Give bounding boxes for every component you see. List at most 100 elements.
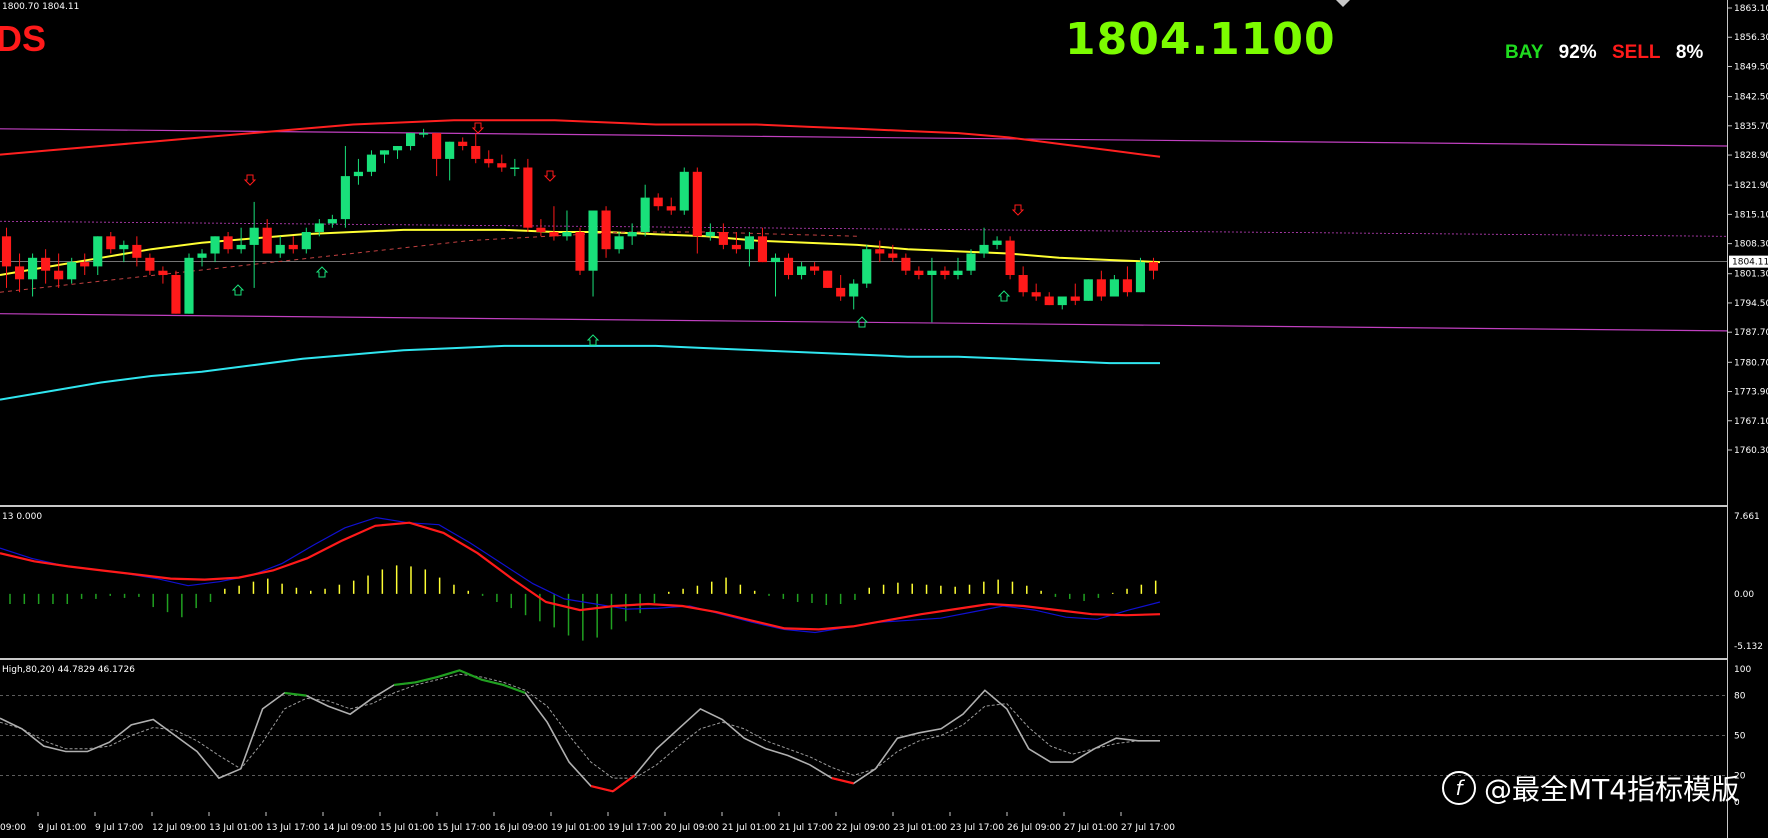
channel-top-line [0, 128, 1728, 147]
candle-body [823, 270, 833, 288]
candle-body [588, 210, 598, 271]
time-tick-label: 09:00 [0, 823, 26, 833]
sell-label: SELL [1611, 42, 1661, 63]
candle-body [314, 223, 324, 233]
candle-body [249, 227, 259, 245]
candle-body [1005, 240, 1015, 276]
candle [340, 146, 350, 228]
candle-body [849, 283, 859, 297]
macd-axis-label: 7.661 [1734, 512, 1760, 522]
candle-body [888, 253, 898, 258]
candle [419, 128, 429, 138]
macd-pane[interactable] [0, 508, 1727, 660]
candle-body [1044, 296, 1054, 306]
candle [614, 232, 624, 254]
stochastic-zone-segment [459, 669, 482, 681]
candle-body [901, 257, 911, 271]
candle-body [797, 266, 807, 276]
candle-body [1070, 296, 1080, 301]
buy-percent: 92% [1558, 42, 1597, 63]
trend-dashed-line [0, 231, 861, 293]
time-tick-label: 26 Jul 09:00 [1007, 823, 1061, 833]
candle-body [458, 141, 468, 147]
watermark-logo-icon: f [1442, 771, 1476, 805]
macd-chart[interactable] [0, 508, 1727, 658]
candle-body [158, 270, 168, 276]
candle-body [1, 236, 12, 267]
stochastic-zone-segment [284, 691, 307, 697]
price-tick-label: 1767.10 [1734, 417, 1768, 427]
candle [862, 244, 872, 288]
buy-arrow-icon [231, 284, 245, 296]
candle [1018, 266, 1028, 297]
candle [1096, 270, 1106, 301]
candle [484, 150, 494, 168]
candle-body [627, 232, 637, 237]
time-tick-label: 9 Jul 01:00 [38, 823, 87, 833]
time-tick-label: 13 Jul 01:00 [209, 823, 263, 833]
time-tick-label: 15 Jul 17:00 [437, 823, 491, 833]
candle-body [536, 227, 546, 233]
candle-body [327, 219, 337, 224]
price-tick-label: 1835.70 [1734, 122, 1768, 132]
candle [731, 232, 741, 254]
candle-body [953, 270, 963, 276]
price-tick-label: 1794.50 [1734, 299, 1768, 309]
stochastic-zone-segment [831, 776, 854, 785]
stochastic-zone-segment [481, 678, 504, 687]
candle [1005, 236, 1015, 280]
macd-main-line [0, 516, 1161, 634]
candle [445, 141, 455, 181]
candle-body [80, 262, 90, 267]
candle-body [1018, 275, 1028, 293]
candle [823, 270, 833, 288]
sell-percent: 8% [1675, 42, 1704, 63]
watermark-text: @最全MT4指标模版 [1484, 773, 1740, 806]
candle-body [1135, 262, 1146, 293]
candle [1031, 283, 1041, 301]
price-chart[interactable] [0, 0, 1728, 505]
candle [601, 206, 611, 258]
candle [914, 266, 924, 280]
candle [757, 227, 768, 263]
ohlc-readout: 1800.70 1804.11 [2, 2, 80, 12]
candle [1070, 283, 1080, 306]
candle-body [666, 206, 676, 211]
time-tick-label: 27 Jul 01:00 [1064, 823, 1118, 833]
stochastic-axis-label: 100 [1734, 665, 1751, 675]
candle-body [992, 240, 1002, 245]
candle-body [744, 236, 754, 250]
candle-body [914, 270, 924, 276]
candle [940, 266, 950, 280]
candle [640, 184, 650, 237]
time-tick-label: 23 Jul 01:00 [893, 823, 947, 833]
candle-body [353, 171, 363, 177]
candle [119, 240, 129, 263]
candle-body [510, 167, 520, 170]
price-tick-label: 1780.70 [1734, 358, 1768, 368]
candle-body [392, 146, 403, 151]
candle [1083, 279, 1093, 301]
price-tick-label: 1828.90 [1734, 151, 1768, 161]
candle [979, 227, 989, 258]
candle [14, 253, 25, 293]
candle-body [419, 133, 429, 135]
candle [262, 219, 272, 254]
candle [327, 214, 337, 228]
candle [588, 210, 598, 297]
price-tick-label: 1760.30 [1734, 446, 1768, 456]
time-tick-label: 9 Jul 17:00 [95, 823, 144, 833]
price-tick-label: 1801.30 [1734, 270, 1768, 280]
price-tick-label: 1856.30 [1734, 33, 1768, 43]
candle [705, 223, 715, 241]
candle [966, 249, 976, 276]
buy-label: BAY [1505, 42, 1544, 63]
candle [471, 133, 481, 164]
candle [366, 150, 377, 177]
candle [1135, 257, 1146, 293]
candle-body [927, 270, 937, 276]
candle [145, 253, 155, 276]
chart-shift-marker[interactable] [1336, 0, 1350, 7]
main-chart-pane[interactable] [0, 0, 1728, 507]
candle [692, 167, 702, 254]
